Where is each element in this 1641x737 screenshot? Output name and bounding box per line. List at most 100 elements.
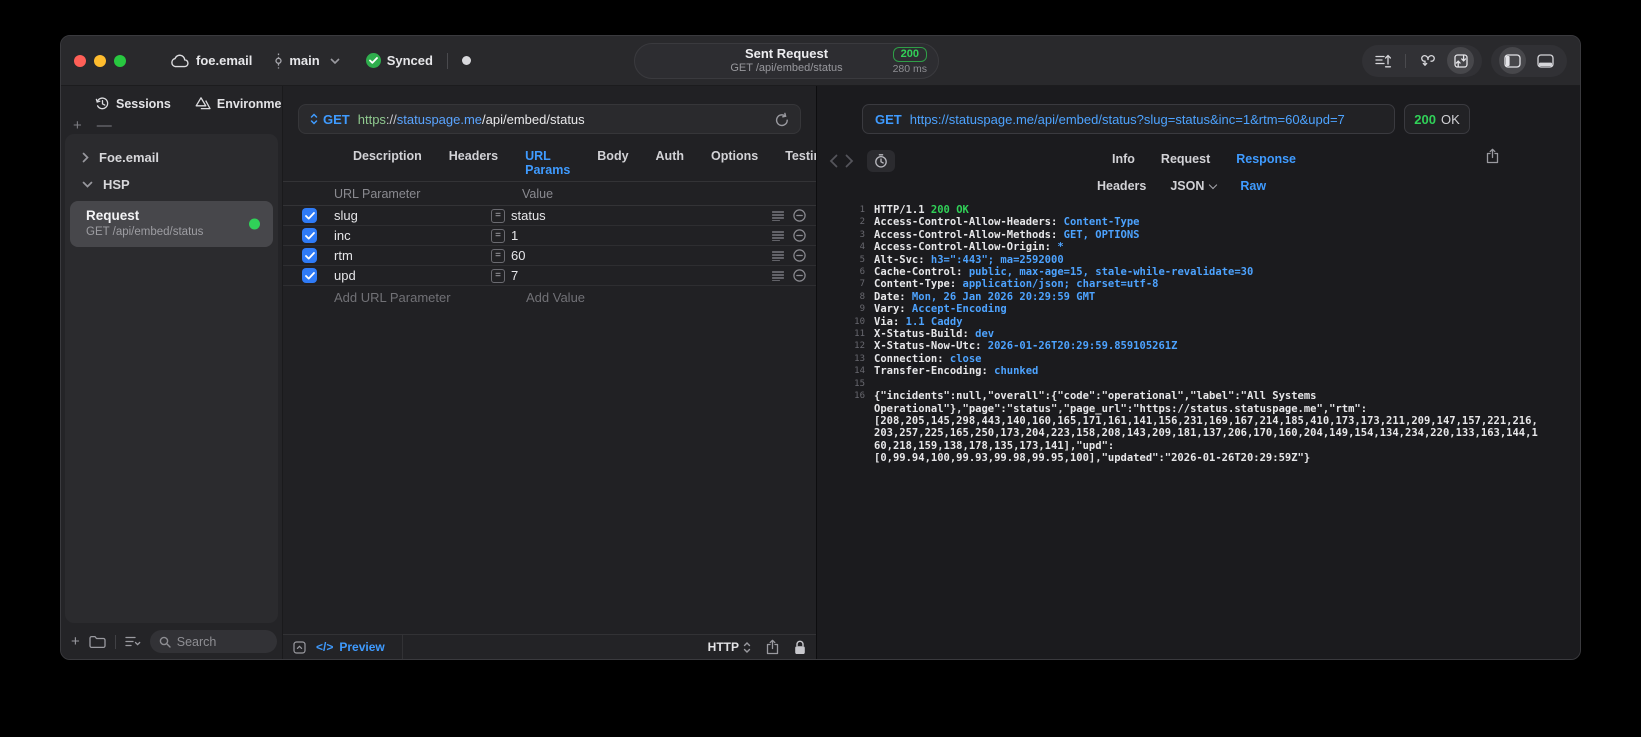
response-line: 2 Access-Control-Allow-Headers: Content-T… [817,216,1580,228]
remove-session-button[interactable]: — [97,117,112,134]
sent-request-url[interactable]: GET https://statuspage.me/api/embed/stat… [862,104,1395,134]
app-window: foe.email main Synced Sent Request GET /… [60,35,1581,660]
import-export-icon[interactable] [1447,47,1474,74]
param-checkbox[interactable] [302,248,317,263]
resend-icon[interactable] [775,112,789,127]
line-number: 15 [854,378,865,389]
response-line: 203,257,225,165,250,173,204,223,158,208,… [817,427,1580,439]
status-dot [461,56,471,65]
share-icon[interactable] [766,639,779,655]
request-status-dot [249,218,260,230]
tab-body[interactable]: Body [597,149,628,177]
tab-response[interactable]: Response [1236,152,1296,166]
tree-group-foe-email[interactable]: Foe.email [65,144,278,171]
branch-selector[interactable]: main [274,53,340,69]
sync-loops-icon[interactable] [1414,47,1441,74]
tab-info[interactable]: Info [1112,152,1135,166]
history-timer-button[interactable] [867,150,895,172]
tree-group-hsp[interactable]: HSP [65,171,278,198]
lock-icon[interactable] [794,640,806,655]
tab-headers[interactable]: Headers [449,149,498,177]
column-value: Value [522,187,554,201]
param-name[interactable]: slug [334,208,491,223]
add-session-button[interactable]: + [73,117,82,134]
param-value[interactable]: 60 [511,248,525,263]
back-arrow-icon[interactable] [829,154,838,168]
minimize-button[interactable] [94,54,106,67]
param-row: upd = 7 [283,266,816,286]
chevron-down-icon [1209,180,1218,190]
add-item-button[interactable]: + [71,633,80,650]
method-stepper-icon[interactable] [310,113,318,125]
sidebar-request-item[interactable]: Request GET /api/embed/status [70,201,273,247]
tab-url-params[interactable]: URL Params [525,149,570,177]
response-line: 15 [817,378,1580,390]
response-viewer: GET https://statuspage.me/api/embed/stat… [816,86,1580,659]
request-subtitle: GET /api/embed/status [86,226,204,238]
send-queue-icon[interactable] [1370,47,1397,74]
collapse-editor-icon[interactable] [293,640,306,654]
updown-chevrons-icon [743,641,751,653]
close-button[interactable] [74,54,86,67]
sort-options-icon[interactable] [125,636,141,648]
multiline-icon[interactable] [772,210,784,221]
protocol-selector[interactable]: HTTP [708,640,751,654]
param-checkbox[interactable] [302,228,317,243]
response-body[interactable]: 1 HTTP/1.1 200 OK 2 Access-Control-Allow-He… [817,204,1580,659]
line-number: 10 [854,316,865,327]
new-folder-icon[interactable] [89,635,106,649]
tab-options[interactable]: Options [711,149,758,177]
tab-auth[interactable]: Auth [656,149,684,177]
status-code: 200 [1414,111,1436,127]
tab-raw[interactable]: Raw [1240,179,1266,193]
param-value[interactable]: 1 [511,228,518,243]
export-response-icon[interactable] [1486,148,1499,164]
url-bar[interactable]: GET https://statuspage.me/api/embed/stat… [298,104,801,134]
line-number: 11 [854,329,865,340]
line-text: [208,205,145,298,443,140,160,165,171,161… [874,414,1538,427]
line-text: {"incidents":null,"overall":{"code":"ope… [874,390,1317,403]
param-checkbox[interactable] [302,268,317,283]
remove-param-icon[interactable] [793,209,806,222]
cloud-icon [170,54,190,68]
remove-param-icon[interactable] [793,249,806,262]
tab-sessions[interactable]: Sessions [95,96,171,111]
bottom-panel-toggle-icon[interactable] [1532,47,1559,74]
param-value[interactable]: 7 [511,268,518,283]
preview-button[interactable]: </> Preview [316,640,385,654]
tab-request[interactable]: Request [1161,152,1210,166]
url-separator: :// [385,111,397,127]
remove-param-icon[interactable] [793,229,806,242]
param-name[interactable]: rtm [334,248,491,263]
tab-json[interactable]: JSON [1170,179,1218,193]
tab-description[interactable]: Description [353,149,422,177]
multiline-icon[interactable] [772,250,784,261]
param-name[interactable]: upd [334,268,491,283]
line-number: 9 [859,304,865,315]
response-line: Operational"},"page":"status","page_url"… [817,403,1580,415]
zoom-button[interactable] [114,54,126,67]
response-line: 11 X-Status-Build: dev [817,328,1580,340]
search-input[interactable]: Search [149,630,277,653]
remove-param-icon[interactable] [793,269,806,282]
response-line: 7 Content-Type: application/json; charset… [817,278,1580,290]
project-menu[interactable]: foe.email [170,53,252,68]
param-checkbox[interactable] [302,208,317,223]
response-method: GET [875,111,902,127]
line-text: HTTP/1.1 200 OK [874,204,969,216]
multiline-icon[interactable] [772,270,784,281]
forward-arrow-icon[interactable] [845,154,854,168]
sync-label: Synced [386,53,433,68]
add-value-field[interactable]: Add Value [526,290,585,305]
multiline-icon[interactable] [772,230,784,241]
add-url-parameter-field[interactable]: Add URL Parameter [334,290,451,305]
param-value[interactable]: status [511,208,546,223]
tab-headers[interactable]: Headers [1097,179,1146,193]
sent-request-summary[interactable]: Sent Request GET /api/embed/status 200 2… [634,43,939,79]
request-method[interactable]: GET [323,112,350,127]
sidebar-toggle-icon[interactable] [1499,47,1526,74]
sync-status[interactable]: Synced [365,53,433,68]
line-text: Access-Control-Allow-Origin: * [874,241,1064,254]
line-number: 1 [859,205,865,215]
param-name[interactable]: inc [334,228,491,243]
